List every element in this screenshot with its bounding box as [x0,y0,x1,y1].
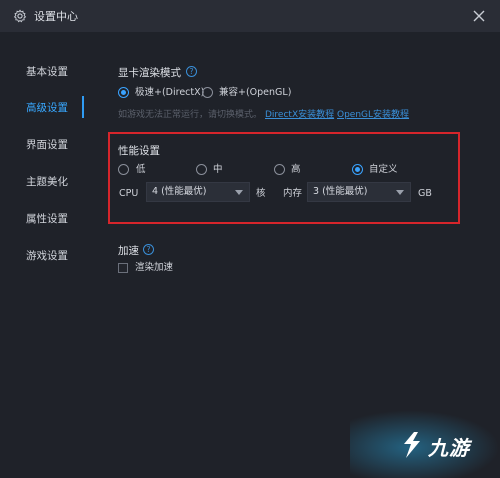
radio-opengl[interactable] [202,87,213,98]
render-mode-hint: 如游戏无法正常运行，请切换模式。 [118,110,263,120]
cpu-select[interactable]: 4 (性能最优) [146,182,250,202]
memory-select-value: 3 (性能最优) [313,186,368,197]
radio-medium[interactable] [196,164,207,175]
radio-high[interactable] [274,164,285,175]
chevron-down-icon [235,190,243,195]
cpu-label: CPU [119,188,139,199]
sidebar: 基本设置 高级设置 界面设置 主题美化 属性设置 游戏设置 [0,32,88,478]
radio-low-label[interactable]: 低 [136,164,146,176]
render-mode-help-icon[interactable]: ? [186,66,197,77]
render-mode-title: 显卡渲染模式 [118,67,181,79]
radio-custom-label[interactable]: 自定义 [369,164,398,176]
sidebar-item-advanced[interactable]: 高级设置 [26,100,68,116]
memory-unit: GB [418,188,432,199]
title-bar: 设置中心 [0,0,500,32]
sidebar-item-properties[interactable]: 属性设置 [26,211,68,227]
radio-directx[interactable] [118,87,129,98]
cpu-select-value: 4 (性能最优) [152,186,207,197]
radio-custom[interactable] [352,164,363,175]
render-accel-label[interactable]: 渲染加速 [135,262,173,274]
performance-title: 性能设置 [118,145,160,157]
opengl-tutorial-link[interactable]: OpenGL安装教程 [337,107,409,120]
sidebar-item-game[interactable]: 游戏设置 [26,248,68,264]
memory-label: 内存 [283,188,303,199]
radio-opengl-label[interactable]: 兼容+(OpenGL) [219,87,291,99]
cpu-unit: 核 [256,188,266,199]
acceleration-title: 加速 [118,245,139,257]
radio-medium-label[interactable]: 中 [213,164,223,176]
radio-high-label[interactable]: 高 [291,164,301,176]
watermark-text: 九游 [428,436,470,460]
render-accel-checkbox[interactable] [118,263,128,273]
directx-tutorial-link[interactable]: DirectX安装教程 [265,107,334,120]
active-indicator [82,96,84,118]
memory-select[interactable]: 3 (性能最优) [307,182,411,202]
performance-highlight-box [108,132,460,224]
close-icon[interactable] [472,9,486,23]
sidebar-item-basic[interactable]: 基本设置 [26,64,68,80]
radio-directx-label[interactable]: 极速+(DirectX) [135,87,204,99]
chevron-down-icon [396,190,404,195]
acceleration-help-icon[interactable]: ? [143,244,154,255]
sidebar-item-theme[interactable]: 主题美化 [26,174,68,190]
window-title: 设置中心 [34,10,78,23]
watermark-logo-icon [404,432,420,458]
watermark-glow [350,410,500,478]
sidebar-item-interface[interactable]: 界面设置 [26,137,68,153]
radio-low[interactable] [118,164,129,175]
gear-icon [13,9,27,23]
